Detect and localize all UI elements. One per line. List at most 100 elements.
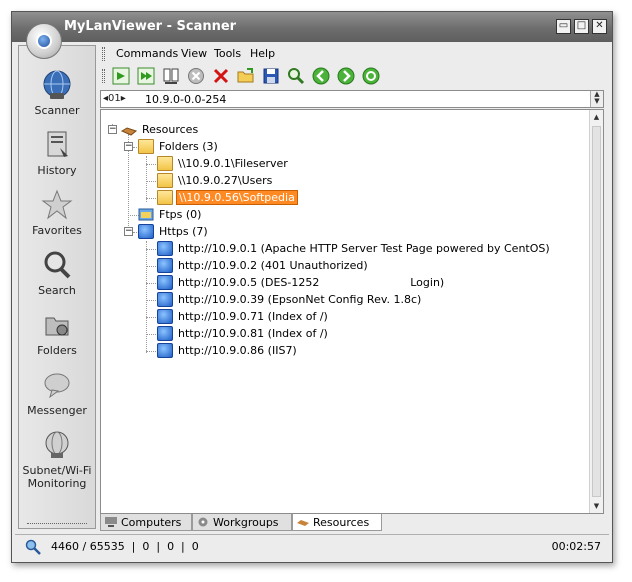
menu-view[interactable]: View: [181, 47, 207, 60]
tree-node-label: http://10.9.0.2 (401 Unauthorized): [178, 259, 368, 272]
resources-icon: [297, 520, 309, 526]
tree-line: [146, 241, 147, 353]
web-globe-icon: [157, 241, 173, 256]
app-window: MyLanViewer - Scanner ▭ □ ✕ Scanner Hist…: [11, 11, 613, 563]
shared-folder-icon: [45, 317, 69, 336]
web-globe-icon: [157, 309, 173, 324]
expand-toggle-folders[interactable]: −: [124, 142, 133, 151]
range-spinner[interactable]: ▲ ▼: [590, 91, 603, 107]
tree-node-label: \\10.9.0.1\Fileserver: [178, 157, 288, 170]
scan-progress-text: 4460 / 65535 | 0 | 0 | 0: [51, 540, 199, 553]
sidebar-item-search[interactable]: Search: [19, 248, 95, 297]
web-globe-icon: [157, 292, 173, 307]
scan-list-icon[interactable]: [162, 67, 180, 85]
menu-help[interactable]: Help: [250, 47, 275, 60]
menu-grip[interactable]: [102, 47, 105, 61]
monitor-globe-icon: [45, 431, 69, 458]
open-icon[interactable]: [237, 67, 255, 85]
find-icon[interactable]: [287, 67, 305, 85]
tab-workgroups[interactable]: Workgroups: [192, 514, 292, 531]
sidebar-item-label: Subnet/Wi-Fi: [22, 464, 92, 477]
tab-computers[interactable]: Computers: [100, 514, 192, 531]
resources-tree[interactable]: − − − Resources Folders (3) \\10.9.0.1\F…: [100, 109, 604, 514]
star-icon: [41, 189, 73, 220]
sidebar-item-folders[interactable]: Folders: [19, 308, 95, 357]
tree-node-label: Ftps (0): [159, 208, 202, 221]
title-bar[interactable]: MyLanViewer - Scanner ▭ □ ✕: [12, 12, 612, 42]
tab-label: Workgroups: [213, 516, 279, 529]
save-icon[interactable]: [262, 67, 280, 85]
tab-resources[interactable]: Resources: [292, 514, 382, 531]
sidebar-item-favorites[interactable]: Favorites: [19, 188, 95, 237]
web-globe-icon: [157, 326, 173, 341]
scan-icon[interactable]: [112, 67, 130, 85]
forward-icon[interactable]: [337, 67, 355, 85]
sidebar-item-label: Favorites: [32, 224, 82, 237]
tree-node-label: \\10.9.0.56\Softpedia: [176, 190, 298, 205]
quick-scan-icon[interactable]: [137, 67, 155, 85]
sidebar-grip: [27, 523, 87, 524]
shared-folder-icon: [157, 156, 173, 171]
folder-icon: [138, 139, 154, 154]
sidebar-item-scanner[interactable]: Scanner: [19, 68, 95, 117]
web-globe-icon: [157, 343, 173, 358]
ip-range-field[interactable]: ◂01▸ 10.9.0-0.0-254 ▲ ▼: [100, 90, 604, 108]
magnifier-icon: [44, 251, 71, 279]
delete-icon[interactable]: [212, 67, 230, 85]
minimize-button[interactable]: ▭: [556, 19, 571, 34]
status-bar: 4460 / 65535 | 0 | 0 | 0 00:02:57: [15, 534, 609, 558]
sidebar-item-messenger[interactable]: Messenger: [19, 368, 95, 417]
tree-node-label: http://10.9.0.5 (DES-1252 Login): [178, 276, 445, 289]
toolbar-grip[interactable]: [102, 69, 105, 83]
web-globe-icon: [157, 275, 173, 290]
sidebar: Scanner History Favorites Search Folders…: [18, 45, 96, 529]
range-selector[interactable]: ◂01▸: [103, 93, 126, 104]
tree-node-label: \\10.9.0.27\Users: [178, 174, 273, 187]
web-globe-icon: [138, 224, 154, 239]
tab-label: Resources: [313, 516, 370, 529]
ip-range-value: 10.9.0-0.0-254: [145, 93, 227, 106]
sidebar-item-label: History: [37, 164, 77, 177]
menu-tools[interactable]: Tools: [214, 47, 241, 60]
menu-commands[interactable]: Commands: [116, 47, 178, 60]
refresh-icon[interactable]: [362, 67, 380, 85]
scroll-up-arrow-icon[interactable]: ▲: [590, 110, 603, 124]
tree-node-label: http://10.9.0.86 (IIS7): [178, 344, 297, 357]
toolbar: [100, 64, 606, 90]
sidebar-item-label: Scanner: [34, 104, 80, 117]
sidebar-item-label-2: Monitoring: [27, 477, 87, 490]
elapsed-time: 00:02:57: [551, 540, 601, 553]
scroll-thumb[interactable]: [592, 126, 601, 497]
scroll-down-arrow-icon[interactable]: ▼: [590, 499, 603, 513]
expand-toggle-https[interactable]: −: [124, 227, 133, 236]
stop-icon[interactable]: [187, 67, 205, 85]
history-icon: [47, 131, 68, 157]
computers-icon: [105, 517, 117, 527]
sidebar-item-label: Search: [38, 284, 76, 297]
web-globe-icon: [157, 258, 173, 273]
workgroups-icon: [198, 517, 208, 527]
back-icon[interactable]: [312, 67, 330, 85]
close-button[interactable]: ✕: [592, 19, 607, 34]
vertical-scrollbar[interactable]: ▲ ▼: [589, 110, 603, 513]
tree-node-label: Folders (3): [159, 140, 218, 153]
shared-folder-icon: [157, 173, 173, 188]
speech-bubble-icon: [44, 373, 70, 399]
sidebar-item-history[interactable]: History: [19, 128, 95, 177]
view-tabs: Computers Workgroups Resources: [100, 514, 606, 531]
maximize-button[interactable]: □: [574, 19, 589, 34]
tree-node-label: http://10.9.0.1 (Apache HTTP Server Test…: [178, 242, 550, 255]
tree-node-label: Https (7): [159, 225, 208, 238]
expand-toggle-resources[interactable]: −: [108, 125, 117, 134]
resources-icon: [121, 127, 137, 136]
sidebar-item-subnet-monitoring[interactable]: Subnet/Wi-Fi Monitoring: [19, 428, 95, 490]
sidebar-item-label: Messenger: [27, 404, 87, 417]
globe-network-icon: [43, 70, 71, 99]
ftp-icon: [138, 208, 154, 221]
logo-globe-icon: [36, 33, 52, 49]
tree-node-label: http://10.9.0.81 (Index of /): [178, 327, 328, 340]
tree-node-label: http://10.9.0.39 (EpsonNet Config Rev. 1…: [178, 293, 422, 306]
tab-label: Computers: [121, 516, 182, 529]
tree-line: [146, 156, 147, 202]
menu-bar: Commands View Tools Help: [100, 44, 606, 64]
